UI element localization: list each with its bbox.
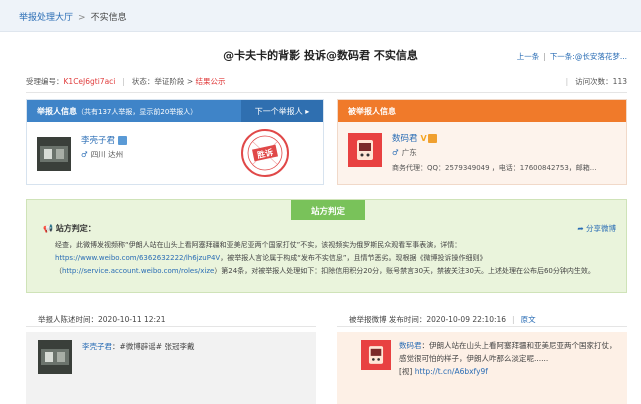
reported-panel: 被举报人信息 数码君 V ♂ 广东 商务代理：QQ：2579349049 ，电话：1… bbox=[337, 99, 627, 185]
visit-count: | 访问次数：113 bbox=[565, 77, 627, 86]
share-label: 分享微博 bbox=[586, 224, 616, 233]
reported-post-time: 被举报微博 发布时间：2020-10-09 22:10:16 bbox=[349, 315, 507, 324]
verdict-panel: 站方判定 📢 站方判定： ➦ 分享微博 经查，此微博发视频称“伊朗人站在山头上看… bbox=[26, 199, 627, 293]
reporter-header-title: 举报人信息 bbox=[37, 107, 77, 116]
reported-post: 数码君：伊朗人站在山头上看阿塞拜疆和亚美尼亚两个国家打仗，感觉很可怕的样子，伊朗… bbox=[399, 339, 621, 378]
breadcrumb-separator: > bbox=[78, 13, 86, 23]
video-label: [视] bbox=[399, 367, 413, 376]
case-id-label: 受理编号： bbox=[26, 77, 64, 86]
reporter-panel: 举报人信息（共有137人举报，显示前20举报人） 下一个举报人 ▸ 李壳子君 ♂… bbox=[26, 99, 324, 185]
visit-count-text: 访问次数：113 bbox=[575, 77, 627, 86]
male-icon: ♂ bbox=[392, 148, 399, 157]
reporter-statement: 李壳子君：#微博辟谣# 张冠李戴 bbox=[82, 340, 307, 353]
post-text: ：伊朗人站在山头上看阿塞拜疆和亚美尼亚两个国家打仗，感觉很可怕的样子，伊朗人咋那… bbox=[399, 341, 617, 363]
status-value: 结果公示 bbox=[195, 77, 226, 86]
video-link[interactable]: http://t.cn/A6bxfy9f bbox=[415, 367, 488, 376]
reporter-small-avatar[interactable] bbox=[38, 340, 72, 374]
breadcrumb-current: 不实信息 bbox=[90, 13, 127, 23]
reporter-location: 四川 达州 bbox=[90, 150, 124, 159]
reported-post-box: 数码君：伊朗人站在山头上看阿塞拜疆和亚美尼亚两个国家打仗，感觉很可怕的样子，伊朗… bbox=[337, 332, 627, 404]
post-author[interactable]: 数码君 bbox=[399, 341, 422, 350]
next-reporter-label: 下一个举报人 bbox=[254, 107, 303, 116]
verdict-text-post: ）第24条，对被举报人处理如下：扣除信用积分20分，账号禁言30天，禁被关注30… bbox=[214, 267, 595, 275]
divider bbox=[337, 326, 627, 327]
verdict-label: 📢 站方判定： bbox=[43, 223, 96, 234]
top-bar: 举报处理大厅 > 不实信息 bbox=[0, 0, 641, 32]
reported-avatar[interactable] bbox=[348, 133, 382, 167]
prev-case-link[interactable]: 上一条 bbox=[517, 52, 540, 61]
breadcrumb-home-link[interactable]: 举报处理大厅 bbox=[19, 13, 73, 23]
reported-contact: 商务代理：QQ：2579349049 ，电话：17600842753，邮箱... bbox=[392, 164, 597, 172]
reported-panel-header: 被举报人信息 bbox=[338, 100, 626, 122]
statement-author[interactable]: 李壳子君 bbox=[82, 342, 112, 351]
level-badge-icon bbox=[427, 134, 437, 143]
status-label: 状态：举证阶段 bbox=[131, 77, 187, 86]
verified-v-icon: V bbox=[420, 134, 427, 143]
verdict-text: 经查，此微博发视频称“伊朗人站在山头上看阿塞拜疆和亚美尼亚两个国家打仗”不实，该… bbox=[55, 239, 621, 278]
breadcrumb: 举报处理大厅 > 不实信息 bbox=[19, 10, 127, 23]
megaphone-icon: 📢 bbox=[43, 224, 56, 233]
reported-post-head: 被举报微博 发布时间：2020-10-09 22:10:16 | 原文 bbox=[349, 314, 536, 325]
next-reporter-button[interactable]: 下一个举报人 ▸ bbox=[241, 100, 323, 122]
case-meta: 受理编号：K1CeJ6gti7aci | 状态：举证阶段 > 结果公示 bbox=[26, 77, 226, 86]
statement-text: ：#微博辟谣# 张冠李戴 bbox=[112, 342, 195, 351]
reporter-location-row: ♂ 四川 达州 bbox=[81, 149, 123, 160]
original-post-link[interactable]: 原文 bbox=[521, 315, 536, 324]
verdict-tab: 站方判定 bbox=[291, 200, 365, 220]
divider bbox=[26, 326, 316, 327]
win-stamp-icon: 胜诉 bbox=[241, 129, 289, 177]
reported-location-row: ♂ 广东 bbox=[392, 147, 417, 158]
verdict-weibo-link[interactable]: https://www.weibo.com/6362632222/lh6jzuP… bbox=[55, 254, 220, 262]
male-icon: ♂ bbox=[81, 150, 88, 159]
post-head-separator: | bbox=[512, 315, 515, 324]
verdict-text-pre: 经查，此微博发视频称“伊朗人站在山头上看阿塞拜疆和亚美尼亚两个国家打仗”不实，该… bbox=[55, 241, 462, 249]
reporter-statement-box: 李壳子君：#微博辟谣# 张冠李戴 bbox=[26, 332, 316, 404]
case-id: K1CeJ6gti7aci bbox=[63, 77, 116, 86]
reporter-avatar[interactable] bbox=[37, 137, 71, 171]
reporter-statement-head: 举报人陈述时间：2020-10-11 12:21 bbox=[38, 315, 166, 324]
reporter-name[interactable]: 李壳子君 bbox=[81, 136, 115, 146]
next-case-link[interactable]: 下一条:@长安落花梦... bbox=[550, 52, 627, 61]
verdict-label-text: 站方判定： bbox=[55, 224, 96, 233]
reported-name-row: 数码君 V bbox=[392, 132, 437, 144]
reported-location: 广东 bbox=[401, 148, 417, 157]
reported-small-avatar[interactable] bbox=[361, 340, 391, 370]
reported-name[interactable]: 数码君 bbox=[392, 134, 418, 144]
reporter-header-sub: （共有137人举报，显示前20举报人） bbox=[77, 108, 198, 116]
verdict-rules-link[interactable]: http://service.account.weibo.com/roles/x… bbox=[62, 267, 214, 275]
share-weibo-button[interactable]: ➦ 分享微博 bbox=[577, 223, 616, 234]
divider bbox=[26, 92, 627, 93]
reporter-panel-header: 举报人信息（共有137人举报，显示前20举报人） 下一个举报人 ▸ bbox=[27, 100, 323, 122]
triangle-right-icon: ▸ bbox=[305, 107, 310, 116]
member-badge-icon bbox=[118, 136, 128, 145]
share-arrow-icon: ➦ bbox=[577, 224, 586, 233]
case-navigation: 上一条 | 下一条:@长安落花梦... bbox=[517, 51, 627, 62]
nav-separator: | bbox=[543, 52, 546, 61]
reporter-name-row: 李壳子君 bbox=[81, 134, 128, 146]
